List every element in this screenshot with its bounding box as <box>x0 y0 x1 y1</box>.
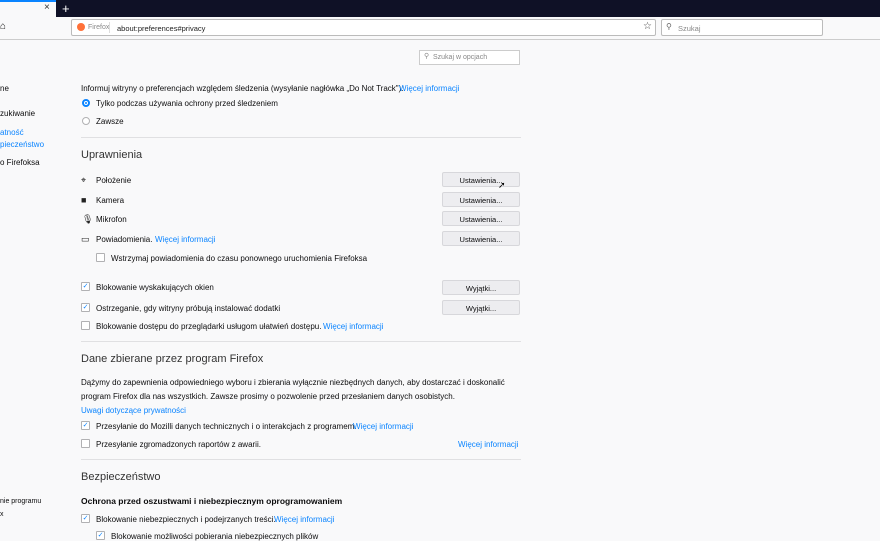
sidebar-item-privacy[interactable]: atność <box>0 128 24 137</box>
block-popups-label[interactable]: Blokowanie wyskakujących okien <box>96 283 214 292</box>
notifications-learn-more-link[interactable]: Więcej informacji <box>155 235 215 244</box>
dangerous-learn-more-link[interactable]: Więcej informacji <box>274 515 334 524</box>
dnt-description: Informuj witryny o preferencjach względe… <box>81 84 404 93</box>
sidebar-item-support[interactable]: x <box>0 511 4 518</box>
search-icon: ⚲ <box>424 53 430 60</box>
permission-label: Powiadomienia. <box>96 235 153 244</box>
sidebar-item-options[interactable]: nie programu <box>0 498 41 505</box>
accessibility-learn-more-link[interactable]: Więcej informacji <box>323 322 383 331</box>
popups-exceptions-button[interactable]: Wyjątki... <box>442 280 520 295</box>
warn-addons-checkbox[interactable]: ✓ <box>81 303 90 312</box>
url-text[interactable]: about:preferences#privacy <box>117 24 205 33</box>
privacy-notice-link[interactable]: Uwagi dotyczące prywatności <box>81 406 186 415</box>
telemetry-learn-more-link[interactable]: Więcej informacji <box>353 422 413 431</box>
pause-notifications-checkbox[interactable] <box>96 253 105 262</box>
tab-close-icon[interactable]: × <box>44 2 50 13</box>
permission-label: Położenie <box>96 176 132 185</box>
dnt-option-label[interactable]: Tylko podczas używania ochrony przed śle… <box>96 99 278 108</box>
telemetry-label[interactable]: Przesyłanie do Mozilli danych techniczny… <box>96 422 357 431</box>
search-bar-placeholder: Szukaj <box>678 24 701 33</box>
block-dangerous-checkbox[interactable]: ✓ <box>81 514 90 523</box>
block-downloads-checkbox[interactable]: ✓ <box>96 531 105 540</box>
microphone-icon: 🎙 <box>82 214 94 224</box>
new-tab-button[interactable]: + <box>62 0 70 17</box>
firefox-icon <box>77 23 85 31</box>
block-popups-checkbox[interactable]: ✓ <box>81 282 90 291</box>
divider <box>81 137 521 138</box>
permission-label: Mikrofon <box>96 215 127 224</box>
preferences-search-placeholder: Szukaj w opcjach <box>433 54 488 61</box>
security-subheading: Ochrona przed oszustwami i niebezpieczny… <box>81 496 343 506</box>
pause-notifications-label[interactable]: Wstrzymaj powiadomienia do czasu ponowne… <box>111 254 367 263</box>
dnt-option-label[interactable]: Zawsze <box>96 117 124 126</box>
block-accessibility-checkbox[interactable] <box>81 321 90 330</box>
addons-exceptions-button[interactable]: Wyjątki... <box>442 300 520 315</box>
dnt-radio-tracking-protection[interactable] <box>82 99 90 107</box>
home-icon[interactable]: ⌂ <box>0 21 6 32</box>
tab-strip <box>0 0 880 17</box>
permissions-heading: Uprawnienia <box>81 149 143 161</box>
block-accessibility-label[interactable]: Blokowanie dostępu do przeglądarki usług… <box>96 322 321 331</box>
sidebar-item-general[interactable]: ne <box>0 84 9 93</box>
permission-label: Kamera <box>96 196 125 205</box>
data-collection-paragraph: program Firefox dla nas wszystkich. Zaws… <box>81 392 455 401</box>
warn-addons-label[interactable]: Ostrzeganie, gdy witryny próbują instalo… <box>96 304 280 313</box>
mouse-cursor-icon: ➚ <box>498 180 506 190</box>
url-separator <box>109 22 110 33</box>
data-collection-paragraph: Dążymy do zapewnienia odpowiedniego wybo… <box>81 378 505 387</box>
sidebar-item-search[interactable]: zukiwanie <box>0 109 35 118</box>
block-dangerous-label[interactable]: Blokowanie niebezpiecznych i podejrzanyc… <box>96 515 276 524</box>
microphone-settings-button[interactable]: Ustawienia... <box>442 211 520 226</box>
camera-icon: ■ <box>81 195 87 205</box>
notification-icon: ▭ <box>81 234 90 244</box>
search-icon: ⚲ <box>666 22 672 31</box>
dnt-radio-always[interactable] <box>82 117 90 125</box>
camera-settings-button[interactable]: Ustawienia... <box>442 192 520 207</box>
crash-reports-learn-more-link[interactable]: Więcej informacji <box>458 440 518 449</box>
identity-label: Firefox <box>88 24 110 31</box>
dnt-learn-more-link[interactable]: Więcej informacji <box>399 84 459 93</box>
bookmark-star-icon[interactable]: ☆ <box>643 21 652 32</box>
sidebar-item-security[interactable]: pieczeństwo <box>0 140 44 149</box>
divider <box>81 341 521 342</box>
crash-reports-checkbox[interactable] <box>81 439 90 448</box>
crash-reports-label[interactable]: Przesyłanie zgromadzonych raportów z awa… <box>96 440 261 449</box>
telemetry-checkbox[interactable]: ✓ <box>81 421 90 430</box>
security-heading: Bezpieczeństwo <box>81 471 161 483</box>
divider <box>81 459 521 460</box>
sidebar-item-firefox-account[interactable]: o Firefoksa <box>0 158 40 167</box>
location-icon: ⌖ <box>81 175 87 185</box>
location-settings-button[interactable]: Ustawienia... <box>442 172 520 187</box>
notifications-settings-button[interactable]: Ustawienia... <box>442 231 520 246</box>
data-collection-heading: Dane zbierane przez program Firefox <box>81 353 264 365</box>
